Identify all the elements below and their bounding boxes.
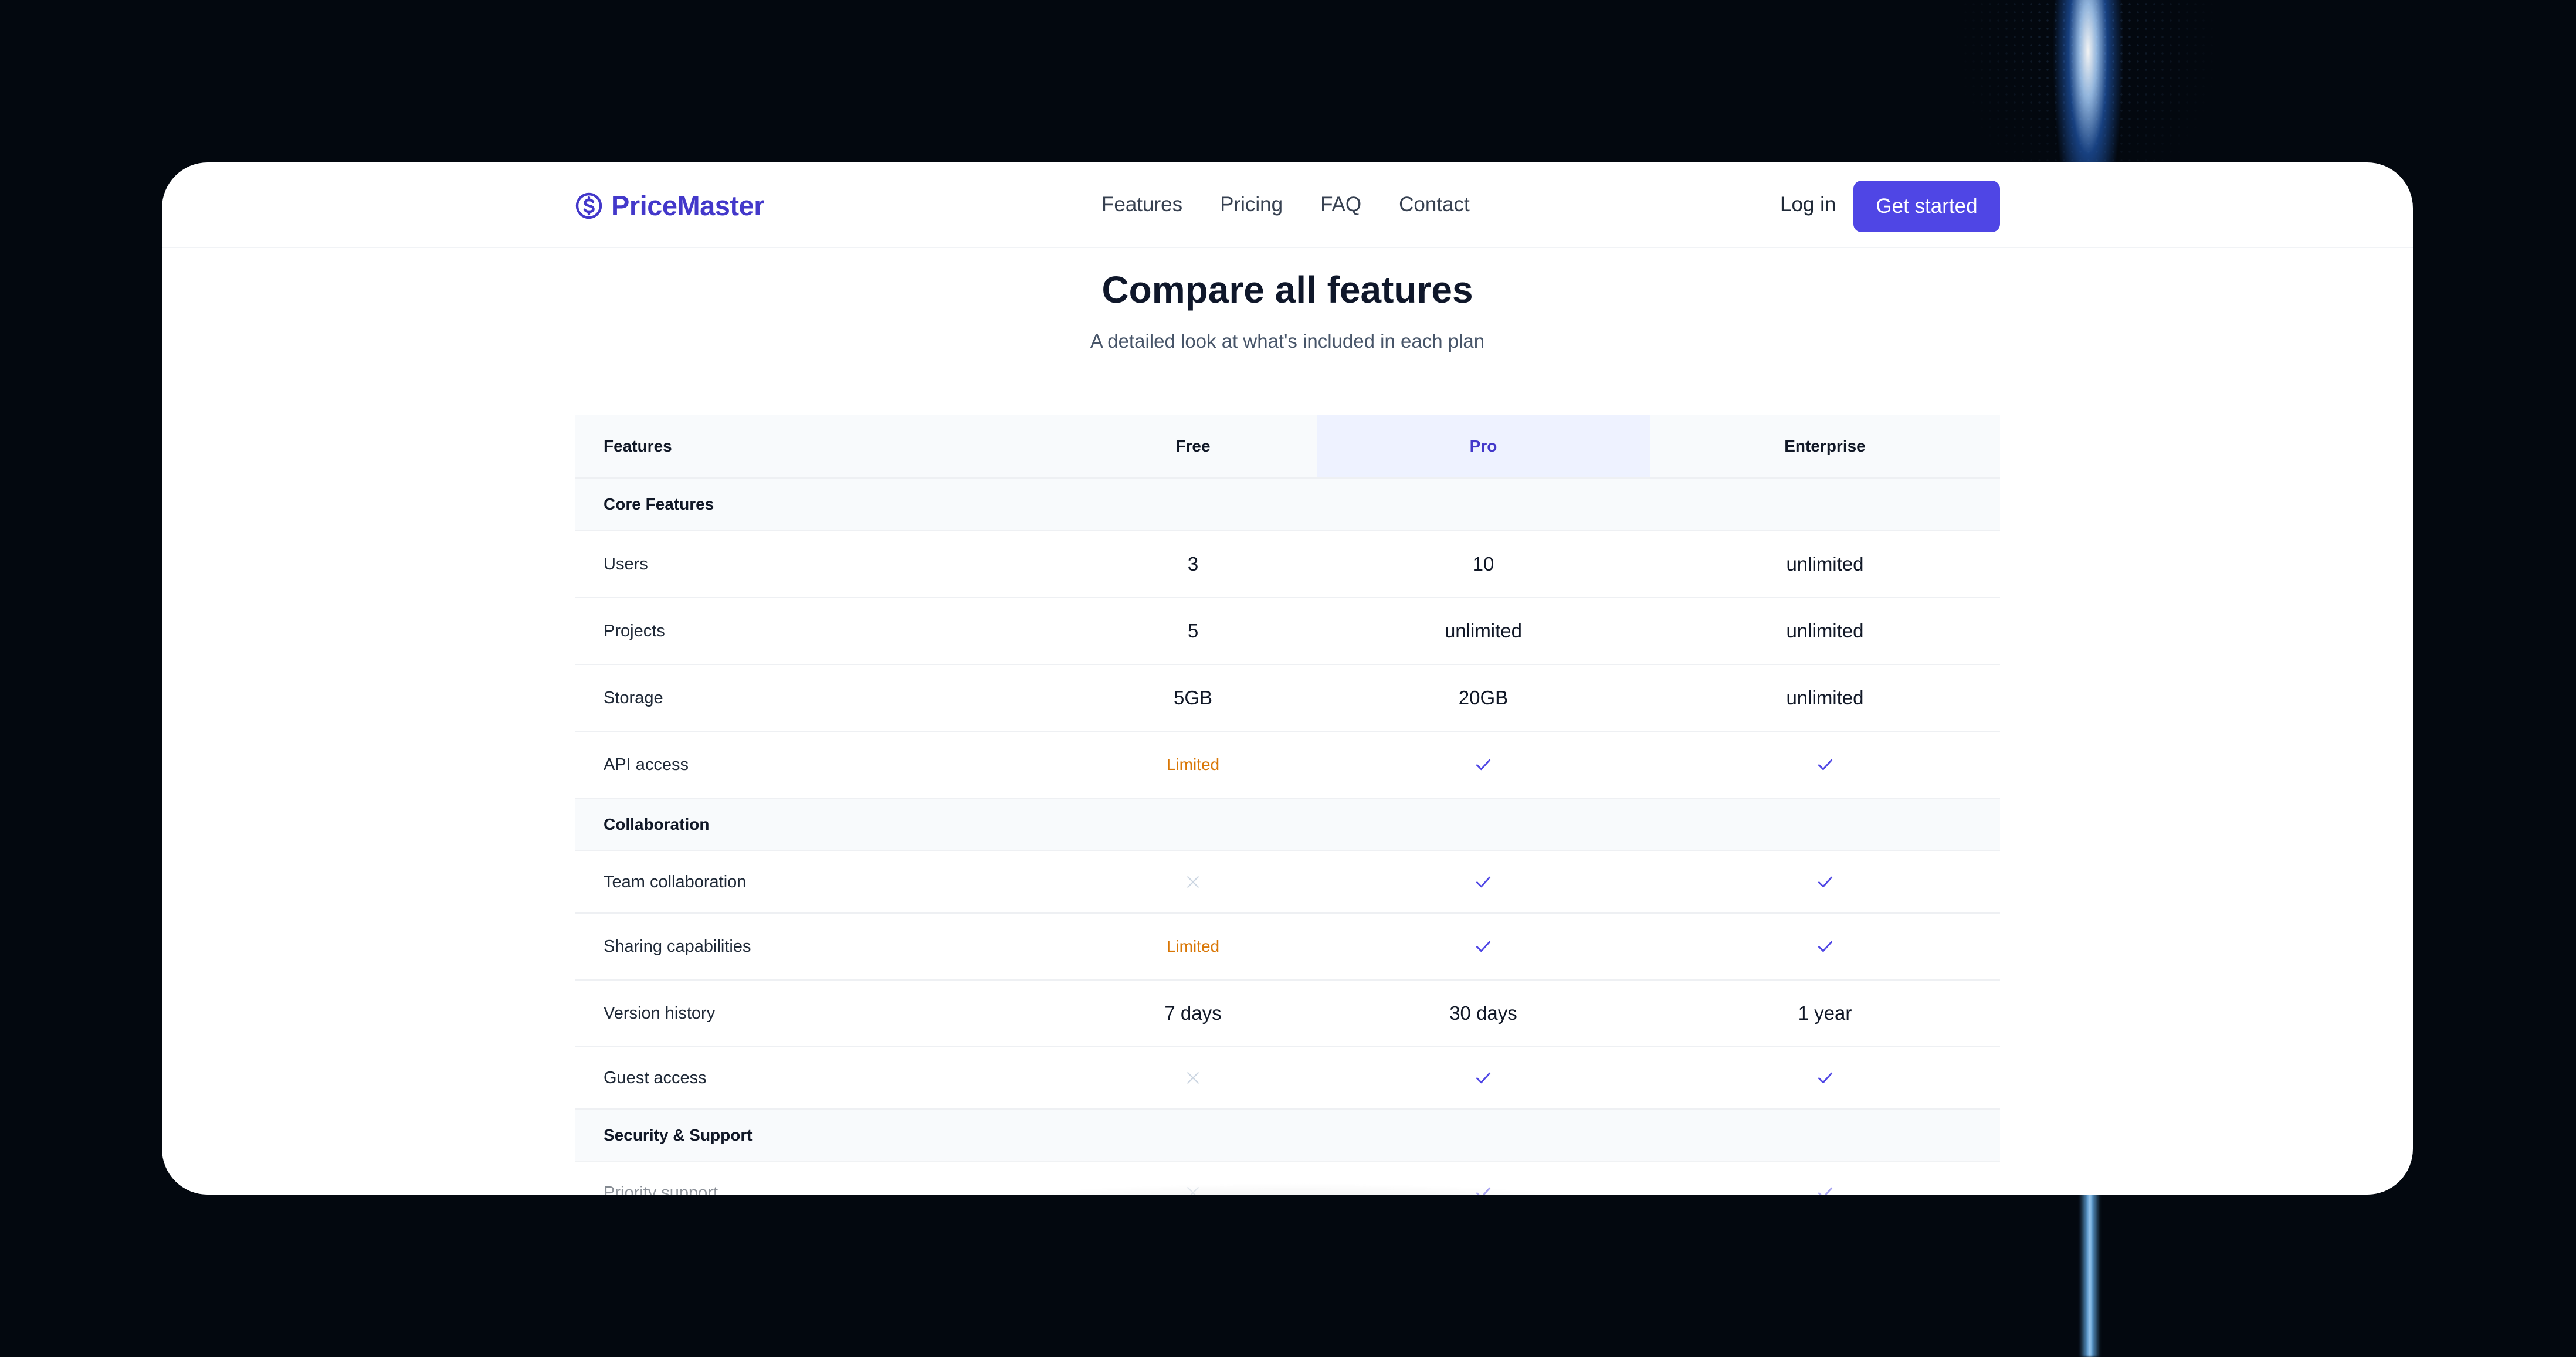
dollar-circle-icon: [575, 192, 602, 219]
table-row: API access Limited: [575, 732, 2000, 799]
table-row: Sharing capabilities Limited: [575, 914, 2000, 981]
brand-logo[interactable]: PriceMaster: [575, 189, 765, 222]
cell-enterprise: unlimited: [1650, 665, 2000, 731]
cell-enterprise: [1650, 851, 2000, 912]
table-row: Guest access: [575, 1047, 2000, 1110]
browser-window: PriceMaster Features Pricing FAQ Contact…: [162, 162, 2413, 1195]
check-icon: [1476, 759, 1491, 771]
cell-enterprise: [1650, 1047, 2000, 1108]
cell-free: 5GB: [1069, 665, 1317, 731]
check-icon: [1476, 876, 1491, 888]
feature-name: Guest access: [604, 1068, 707, 1087]
get-started-button[interactable]: Get started: [1853, 181, 2000, 232]
limited-badge: Limited: [1166, 937, 1220, 955]
check-icon: [1818, 1072, 1832, 1084]
header-features: Features: [604, 437, 672, 455]
cell-value: 20GB: [1458, 687, 1509, 708]
cell-value: 7 days: [1164, 1002, 1222, 1024]
cell-value: 10: [1472, 553, 1494, 575]
feature-name: Users: [604, 554, 648, 574]
section-row: Collaboration: [575, 799, 2000, 851]
cross-icon: [1187, 876, 1199, 888]
cell-value: 5: [1187, 620, 1199, 642]
page-subtitle: A detailed look at what's included in ea…: [1090, 330, 1485, 352]
feature-name: API access: [604, 755, 689, 774]
check-icon: [1476, 941, 1491, 952]
limited-badge: Limited: [1166, 755, 1220, 774]
brand-name: PriceMaster: [611, 190, 765, 221]
table-row: Team collaboration: [575, 851, 2000, 914]
cell-value: unlimited: [1444, 620, 1523, 642]
feature-name: Team collaboration: [604, 872, 747, 891]
cell-value: 3: [1187, 553, 1199, 575]
cell-enterprise: 1 year: [1650, 981, 2000, 1046]
cell-enterprise: unlimited: [1650, 531, 2000, 597]
table-header-row: Features Free Pro Enterprise: [575, 415, 2000, 479]
cell-free: 5: [1069, 598, 1317, 664]
cell-free: [1069, 1047, 1317, 1108]
section-title: Core Features: [604, 495, 714, 513]
table-row: Version history 7 days 30 days 1 year: [575, 981, 2000, 1047]
cell-pro: [1317, 732, 1650, 798]
top-navbar: PriceMaster Features Pricing FAQ Contact…: [162, 162, 2413, 248]
cell-free: 3: [1069, 531, 1317, 597]
cell-free: 7 days: [1069, 981, 1317, 1046]
feature-comparison-table: Features Free Pro Enterprise Core Featur…: [575, 415, 2000, 1195]
cell-value: unlimited: [1786, 687, 1864, 708]
nav-links: Features Pricing FAQ Contact: [1101, 193, 1470, 216]
nav-link-pricing[interactable]: Pricing: [1220, 193, 1283, 216]
check-icon: [1476, 1072, 1491, 1084]
header-free: Free: [1175, 437, 1211, 455]
cell-value: 5GB: [1173, 687, 1213, 708]
cell-pro: [1317, 851, 1650, 912]
feature-name: Storage: [604, 688, 663, 707]
cell-free: Limited: [1069, 732, 1317, 798]
cell-pro: [1317, 914, 1650, 979]
check-icon: [1818, 876, 1832, 888]
cell-pro: [1317, 1047, 1650, 1108]
cell-free: Limited: [1069, 914, 1317, 979]
background-light-glow: [1982, 0, 2194, 170]
cell-enterprise: [1650, 732, 2000, 798]
feature-name: Projects: [604, 621, 665, 640]
cell-pro: 20GB: [1317, 665, 1650, 731]
check-icon: [1818, 941, 1832, 952]
login-link[interactable]: Log in: [1780, 193, 1836, 216]
header-enterprise: Enterprise: [1784, 437, 1866, 455]
cell-pro: 10: [1317, 531, 1650, 597]
cross-icon: [1187, 1072, 1199, 1084]
table-row: Users 3 10 unlimited: [575, 531, 2000, 598]
header-pro: Pro: [1317, 415, 1650, 477]
nav-link-features[interactable]: Features: [1101, 193, 1182, 216]
cell-enterprise: unlimited: [1650, 598, 2000, 664]
section-title: Collaboration: [604, 815, 710, 833]
table-row: Storage 5GB 20GB unlimited: [575, 665, 2000, 732]
cell-pro: unlimited: [1317, 598, 1650, 664]
cell-value: unlimited: [1786, 553, 1864, 575]
check-icon: [1818, 759, 1832, 771]
cell-value: unlimited: [1786, 620, 1864, 642]
cell-value: 30 days: [1449, 1002, 1517, 1024]
cell-value: 1 year: [1798, 1002, 1852, 1024]
cell-enterprise: [1650, 914, 2000, 979]
feature-name: Version history: [604, 1003, 716, 1023]
nav-link-contact[interactable]: Contact: [1399, 193, 1470, 216]
nav-link-faq[interactable]: FAQ: [1320, 193, 1361, 216]
section-row: Core Features: [575, 479, 2000, 531]
cell-free: [1069, 851, 1317, 912]
feature-name: Sharing capabilities: [604, 937, 751, 956]
scroll-shadow: [901, 1183, 1687, 1195]
cell-pro: 30 days: [1317, 981, 1650, 1046]
page-title: Compare all features: [1101, 269, 1473, 311]
background-light-beam: [2079, 1190, 2100, 1357]
table-row: Projects 5 unlimited unlimited: [575, 598, 2000, 665]
